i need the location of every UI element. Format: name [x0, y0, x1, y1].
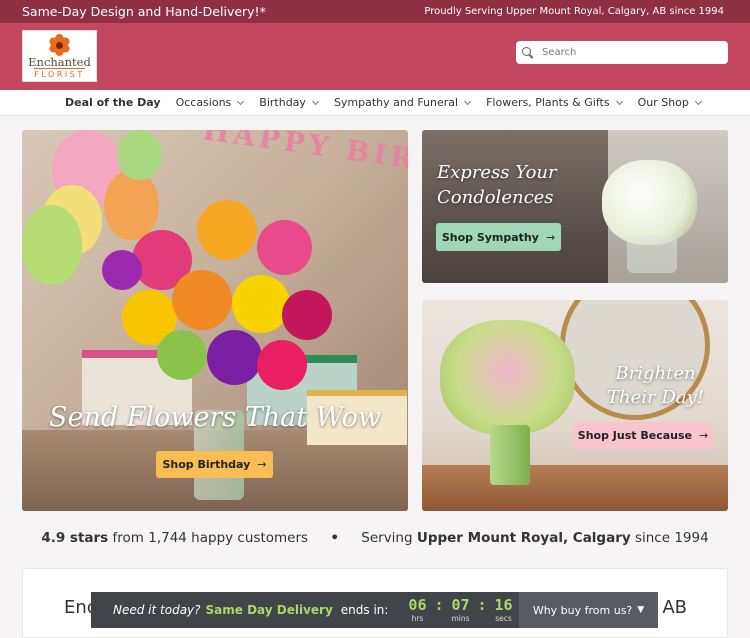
logo-name: Enchanted	[28, 55, 91, 69]
main-nav: Deal of the Day Occasions Birthday Sympa…	[0, 90, 750, 116]
white-lilies	[602, 160, 697, 245]
need-it-today-label: Need it today?	[113, 603, 201, 617]
balloon-decoration	[22, 205, 82, 285]
serving-label: Serving	[361, 530, 413, 546]
chevron-down-icon	[464, 97, 472, 105]
flower-logo-icon	[47, 34, 72, 56]
seconds-value: 16	[494, 595, 513, 614]
sympathy-banner[interactable]: Express Your Condolences Shop Sympathy →	[422, 130, 728, 283]
minutes-label: mins	[451, 613, 470, 623]
serving-since: since 1994	[634, 530, 709, 546]
arrow-right-icon: →	[698, 429, 709, 442]
site-header: Enchanted FLORIST	[0, 23, 750, 90]
separator-bullet: •	[330, 530, 339, 546]
chevron-down-icon	[237, 97, 245, 105]
shop-birthday-button[interactable]: Shop Birthday →	[156, 451, 273, 478]
sympathy-title: Express Your Condolences	[437, 160, 557, 210]
seconds-label: secs	[495, 613, 512, 623]
arrow-right-icon: →	[545, 230, 556, 244]
top-announcement-bar: Same-Day Design and Hand-Delivery!* Prou…	[0, 0, 750, 23]
nav-label: Occasions	[175, 96, 232, 109]
search-input[interactable]	[542, 47, 712, 58]
chevron-down-icon	[615, 97, 623, 105]
rating-stars: 4.9 stars	[41, 530, 109, 546]
nav-label: Our Shop	[637, 96, 689, 109]
time-separator: :	[434, 595, 444, 614]
delivery-tagline: Same-Day Design and Hand-Delivery!*	[22, 4, 266, 19]
logo-subtitle: FLORIST	[34, 68, 85, 79]
nav-deal-of-the-day[interactable]: Deal of the Day	[65, 96, 161, 109]
countdown-clock: 06 hrs : 07 mins : 16 secs	[402, 595, 519, 624]
countdown-seconds: 16 secs	[489, 595, 519, 624]
countdown-minutes: 07 mins	[445, 595, 475, 624]
rating-strip: 4.9 stars from 1,744 happy customers • S…	[0, 530, 750, 546]
same-day-delivery-label: Same Day Delivery	[205, 603, 333, 617]
sympathy-title-line1: Express Your	[437, 162, 557, 183]
nav-sympathy-and-funeral[interactable]: Sympathy and Funeral	[333, 96, 472, 109]
pastel-bouquet	[440, 320, 575, 435]
button-label: Shop Birthday	[162, 458, 251, 471]
chevron-down-icon	[694, 97, 702, 105]
hero-title: Send Flowers That Wow	[48, 402, 381, 433]
nav-label: Flowers, Plants & Gifts	[486, 96, 610, 109]
nav-birthday[interactable]: Birthday	[259, 96, 319, 109]
brighten-title-line1: Brighten	[615, 363, 696, 384]
arrow-right-icon: →	[257, 458, 267, 471]
vase	[627, 235, 677, 273]
nav-our-shop[interactable]: Our Shop	[637, 96, 702, 109]
just-because-banner[interactable]: Brighten Their Day! Shop Just Because →	[422, 300, 728, 511]
countdown-hours: 06 hrs	[402, 595, 432, 624]
ends-in-label: ends in:	[340, 603, 389, 617]
shop-sympathy-button[interactable]: Shop Sympathy →	[436, 223, 561, 251]
site-logo[interactable]: Enchanted FLORIST	[22, 30, 97, 82]
happy-birthday-banner: HAPPY BIRTH	[201, 130, 408, 184]
serving-location: Upper Mount Royal, Calgary	[416, 530, 631, 546]
search-box[interactable]	[516, 41, 728, 64]
hours-label: hrs	[411, 613, 424, 623]
serving-tagline: Proudly Serving Upper Mount Royal, Calga…	[424, 6, 724, 17]
rating-count: from 1,744 happy customers	[112, 530, 309, 546]
birthday-hero-banner[interactable]: HAPPY BIRTH Send Flowers That Wow Shop B…	[22, 130, 408, 511]
nav-label: Birthday	[259, 96, 306, 109]
sympathy-title-line2: Condolences	[437, 187, 554, 208]
button-label: Shop Sympathy	[441, 230, 539, 244]
hours-value: 06	[408, 595, 427, 614]
balloon-decoration	[117, 130, 162, 180]
caret-down-icon: ▼	[637, 605, 645, 615]
same-day-delivery-countdown: Need it today? Same Day Delivery ends in…	[91, 592, 658, 628]
shop-just-because-button[interactable]: Shop Just Because →	[573, 422, 713, 449]
nav-flowers-plants-gifts[interactable]: Flowers, Plants & Gifts	[486, 96, 623, 109]
nav-label: Sympathy and Funeral	[333, 96, 459, 109]
vase	[490, 425, 530, 485]
minutes-value: 07	[451, 595, 470, 614]
why-buy-label: Why buy from us?	[532, 603, 633, 617]
birthday-bouquet	[102, 190, 342, 420]
panel-heading-end: AB	[662, 597, 687, 618]
chevron-down-icon	[311, 97, 319, 105]
brighten-title-line2: Their Day!	[607, 387, 704, 408]
brighten-title: Brighten Their Day!	[598, 362, 713, 410]
time-separator: :	[477, 595, 487, 614]
nav-occasions[interactable]: Occasions	[175, 96, 245, 109]
why-buy-from-us-button[interactable]: Why buy from us? ▼	[519, 592, 658, 628]
wooden-shelf	[422, 465, 728, 511]
search-icon[interactable]	[522, 46, 534, 59]
button-label: Shop Just Because	[577, 429, 692, 442]
